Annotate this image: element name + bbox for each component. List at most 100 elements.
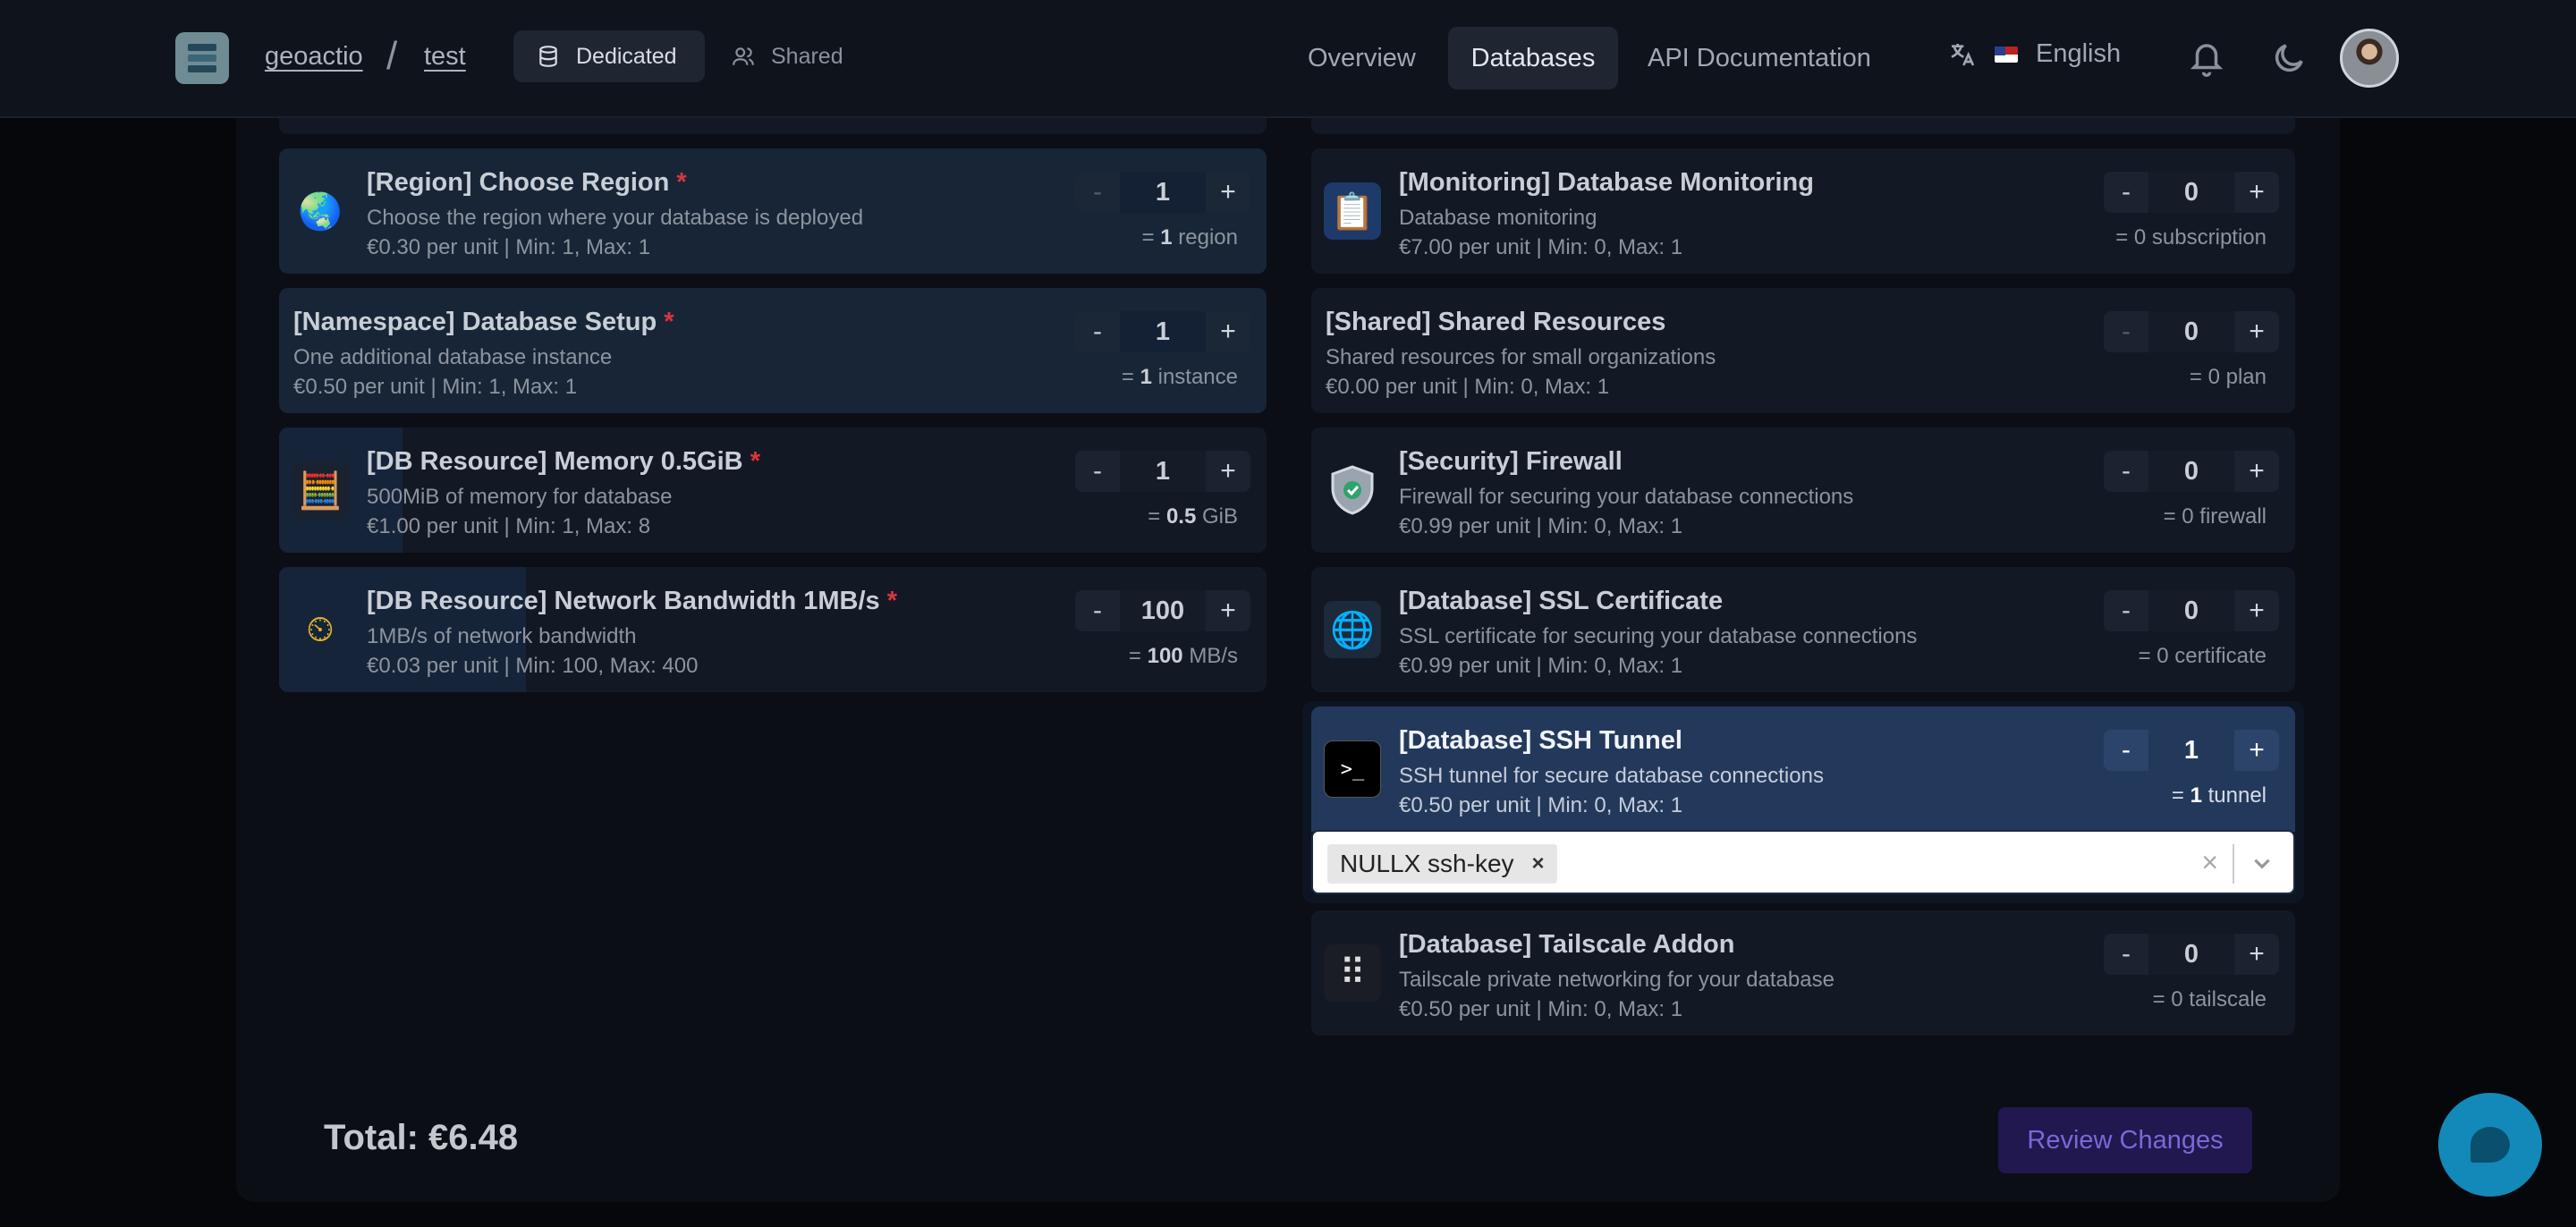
- bell-icon[interactable]: [2188, 39, 2225, 77]
- moon-icon[interactable]: [2270, 39, 2308, 77]
- required-mark: *: [664, 308, 674, 336]
- increment-button[interactable]: +: [1206, 177, 1250, 207]
- app-logo[interactable]: [175, 32, 229, 84]
- quantity-stepper[interactable]: - 1 +: [1075, 311, 1250, 352]
- quantity-value[interactable]: 1: [1120, 172, 1206, 213]
- quantity-stepper[interactable]: - 1 +: [1075, 451, 1250, 492]
- quantity-value[interactable]: 100: [1120, 590, 1206, 631]
- language-selector[interactable]: English: [1948, 39, 2121, 69]
- card-title: [Database] SSL Certificate: [1399, 587, 1724, 615]
- card-region[interactable]: 🌏 [Region] Choose Region * Choose the re…: [279, 148, 1267, 274]
- quantity-value[interactable]: 0: [2148, 590, 2234, 631]
- card-price: €0.03 per unit | Min: 100, Max: 400: [367, 654, 699, 678]
- decrement-button[interactable]: -: [1075, 177, 1120, 207]
- review-changes-button[interactable]: Review Changes: [1998, 1107, 2252, 1173]
- card-monitoring[interactable]: 📋 [Monitoring] Database Monitoring Datab…: [1311, 148, 2295, 274]
- monitoring-icon: 📋: [1324, 182, 1381, 240]
- card-shared-resources[interactable]: [Shared] Shared Resources Shared resourc…: [1311, 288, 2295, 413]
- increment-button[interactable]: +: [2234, 317, 2279, 347]
- quantity-value[interactable]: 1: [2148, 730, 2234, 771]
- nav-databases[interactable]: Databases: [1448, 27, 1618, 89]
- ssh-key-select[interactable]: NULLX ssh-key × ×: [1311, 830, 2295, 894]
- segment-shared[interactable]: Shared: [708, 30, 866, 82]
- card-description: Tailscale private networking for your da…: [1399, 968, 1835, 992]
- memory-chip-icon: 🧮: [292, 461, 349, 519]
- decrement-button[interactable]: -: [1075, 596, 1120, 626]
- nav-api-documentation[interactable]: API Documentation: [1648, 27, 1871, 89]
- decrement-button[interactable]: -: [2104, 735, 2148, 766]
- increment-button[interactable]: +: [1206, 456, 1250, 487]
- card-ssl-certificate[interactable]: 🌐 [Database] SSL Certificate SSL certifi…: [1311, 567, 2295, 692]
- quantity-stepper[interactable]: - 1 +: [1075, 172, 1250, 213]
- translate-icon: [1951, 43, 1975, 66]
- breadcrumb-org[interactable]: geoactio: [265, 42, 363, 72]
- chat-button[interactable]: [2438, 1093, 2542, 1197]
- card-title: [Security] Firewall: [1399, 447, 1623, 476]
- card-firewall[interactable]: [Security] Firewall Firewall for securin…: [1311, 427, 2295, 553]
- segment-dedicated[interactable]: Dedicated: [513, 30, 705, 82]
- card-tailscale[interactable]: ⠿ [Database] Tailscale Addon Tailscale p…: [1311, 910, 2295, 1036]
- card-title: [Region] Choose Region: [367, 168, 670, 197]
- decrement-button[interactable]: -: [1075, 456, 1120, 487]
- clear-selection-icon[interactable]: ×: [2201, 846, 2218, 879]
- card-price: €1.00 per unit | Min: 1, Max: 8: [367, 514, 651, 538]
- card-title: [Namespace] Database Setup: [293, 308, 657, 336]
- decrement-button[interactable]: -: [1075, 317, 1120, 347]
- required-mark: *: [886, 587, 897, 615]
- decrement-button[interactable]: -: [2104, 456, 2148, 487]
- remove-tag-icon[interactable]: ×: [1532, 851, 1545, 876]
- quantity-value[interactable]: 0: [2148, 172, 2234, 213]
- card-network-bandwidth[interactable]: ⏲ [DB Resource] Network Bandwidth 1MB/s …: [279, 567, 1267, 692]
- card-description: Shared resources for small organizations: [1326, 345, 1716, 369]
- database-icon: [539, 46, 557, 67]
- increment-button[interactable]: +: [2234, 939, 2279, 969]
- unit-summary: = 1 instance: [1121, 365, 1238, 389]
- card-title: [Database] SSH Tunnel: [1399, 726, 1682, 755]
- quantity-stepper[interactable]: - 0 +: [2104, 172, 2279, 213]
- total-price: Total: €6.48: [324, 1118, 519, 1157]
- quantity-value[interactable]: 0: [2148, 451, 2234, 492]
- quantity-value[interactable]: 0: [2148, 934, 2234, 975]
- speedometer-icon: ⏲: [306, 609, 335, 649]
- quantity-stepper[interactable]: - 1 +: [2104, 730, 2279, 771]
- chevron-down-icon[interactable]: [2250, 851, 2274, 875]
- nav-overview[interactable]: Overview: [1308, 27, 1416, 89]
- increment-button[interactable]: +: [2234, 177, 2279, 207]
- shield-icon: [1324, 461, 1381, 519]
- card-title: [DB Resource] Memory 0.5GiB: [367, 447, 743, 476]
- quantity-stepper[interactable]: - 0 +: [2104, 451, 2279, 492]
- increment-button[interactable]: +: [2234, 456, 2279, 487]
- breadcrumb-project[interactable]: test: [424, 42, 466, 72]
- quantity-value[interactable]: 1: [1120, 311, 1206, 352]
- card-description: Database monitoring: [1399, 206, 1597, 230]
- increment-button[interactable]: +: [2234, 735, 2279, 766]
- us-flag-icon: [1995, 46, 2018, 63]
- quantity-value[interactable]: 1: [1120, 451, 1206, 492]
- card-description: Firewall for securing your database conn…: [1399, 485, 1854, 509]
- card-database-setup[interactable]: [Namespace] Database Setup * One additio…: [279, 288, 1267, 413]
- unit-summary: = 0 tailscale: [2152, 987, 2267, 1011]
- quantity-stepper[interactable]: - 0 +: [2104, 590, 2279, 631]
- card-memory[interactable]: 🧮 [DB Resource] Memory 0.5GiB * 500MiB o…: [279, 427, 1267, 553]
- increment-button[interactable]: +: [1206, 596, 1250, 626]
- quantity-stepper[interactable]: - 0 +: [2104, 311, 2279, 352]
- certificate-globe-icon: 🌐: [1324, 601, 1381, 658]
- increment-button[interactable]: +: [1206, 317, 1250, 347]
- ssh-key-tag-label: NULLX ssh-key: [1340, 850, 1514, 877]
- unit-summary: = 1 region: [1141, 225, 1238, 250]
- select-divider: [2233, 844, 2234, 884]
- quantity-stepper[interactable]: - 100 +: [1075, 590, 1250, 631]
- card-price: €0.00 per unit | Min: 0, Max: 1: [1326, 375, 1610, 399]
- decrement-button[interactable]: -: [2104, 939, 2148, 969]
- quantity-value[interactable]: 0: [2148, 311, 2234, 352]
- unit-summary: = 0 plan: [2189, 365, 2267, 389]
- avatar[interactable]: [2340, 29, 2399, 88]
- card-ssh-tunnel[interactable]: >_ [Database] SSH Tunnel SSH tunnel for …: [1311, 707, 2295, 832]
- increment-button[interactable]: +: [2234, 596, 2279, 626]
- card-price: €0.99 per unit | Min: 0, Max: 1: [1399, 514, 1683, 538]
- segment-dedicated-label: Dedicated: [576, 43, 677, 69]
- decrement-button[interactable]: -: [2104, 596, 2148, 626]
- decrement-button[interactable]: -: [2104, 317, 2148, 347]
- decrement-button[interactable]: -: [2104, 177, 2148, 207]
- quantity-stepper[interactable]: - 0 +: [2104, 934, 2279, 975]
